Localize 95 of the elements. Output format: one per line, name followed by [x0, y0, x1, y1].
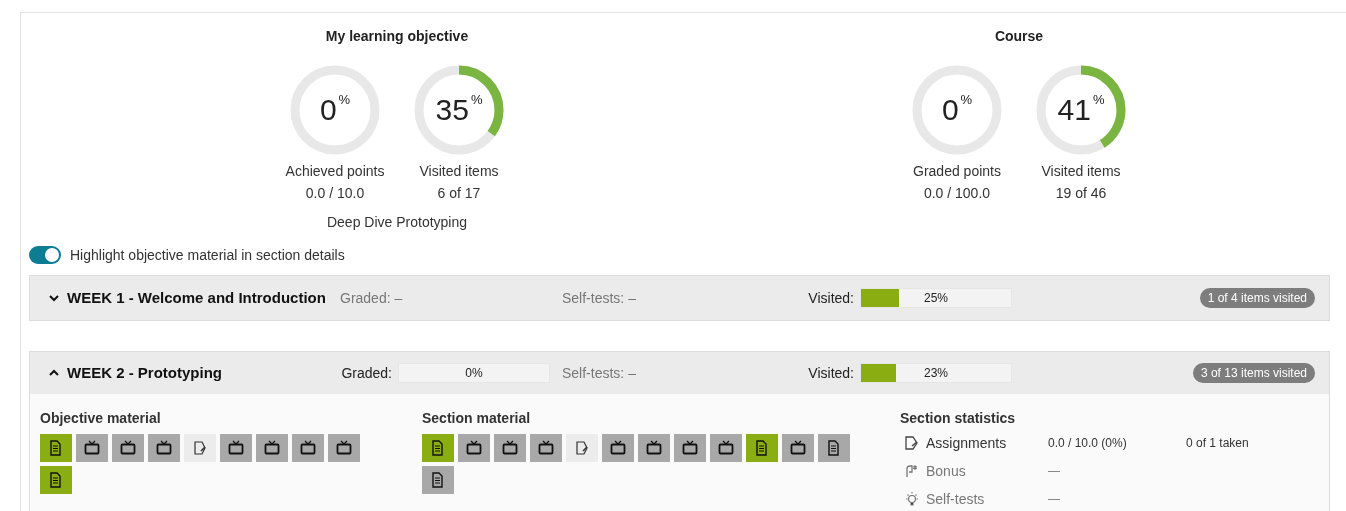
gauge-detail: 0.0 / 10.0 — [305, 184, 365, 203]
gauge-label: Achieved points — [285, 162, 385, 181]
tv-icon — [790, 440, 806, 456]
stat-value: — — [1048, 463, 1061, 480]
item-tile[interactable] — [40, 434, 72, 462]
item-tile[interactable] — [328, 434, 360, 462]
pencil-note-icon — [904, 435, 920, 451]
gauge-value: 0 — [319, 95, 337, 125]
stat-label: Bonus — [926, 461, 966, 481]
item-tile[interactable] — [674, 434, 706, 462]
percent-sign: % — [1092, 93, 1105, 106]
item-tile[interactable] — [566, 434, 598, 462]
item-tile[interactable] — [602, 434, 634, 462]
gauge-detail: 19 of 46 — [1055, 184, 1107, 203]
stat-value: — — [1048, 491, 1061, 508]
item-tile[interactable] — [746, 434, 778, 462]
item-tile[interactable] — [422, 434, 454, 462]
toggle-switch[interactable] — [29, 246, 61, 264]
item-tile[interactable] — [782, 434, 814, 462]
section-title[interactable]: WEEK 2 - Prototyping — [67, 361, 222, 385]
stat-value: 0.0 / 10.0 (0%) — [1048, 435, 1128, 452]
summary-title: Course — [994, 27, 1044, 46]
pencil-note-icon — [192, 440, 208, 456]
percent-sign: % — [470, 93, 483, 106]
document-icon — [48, 472, 64, 488]
section-header[interactable]: WEEK 1 - Welcome and Introduction Graded: – Self-tests: – Visited: 25% 1 of 4 items visited — [30, 276, 1329, 320]
stat-label: Assignments — [926, 433, 1007, 453]
gauge-label: Graded points — [913, 162, 1001, 181]
items-visited-badge: 1 of 4 items visited — [1199, 288, 1315, 308]
tv-icon — [502, 440, 518, 456]
tv-icon — [682, 440, 698, 456]
stat-label: Self-tests — [926, 489, 985, 509]
light-bulb-icon — [904, 491, 920, 507]
tv-icon — [336, 440, 352, 456]
gauge-label: Visited items — [1041, 162, 1121, 181]
section-title[interactable]: WEEK 1 - Welcome and Introduction — [67, 286, 326, 310]
gauge-detail: 6 of 17 — [437, 184, 481, 203]
gauge-value: 0 — [941, 95, 959, 125]
gauge-label: Visited items — [419, 162, 499, 181]
tv-icon — [610, 440, 626, 456]
toggle-label: Highlight objective material in section details — [70, 245, 345, 265]
tv-icon — [84, 440, 100, 456]
progress-reading: 0% — [465, 365, 483, 382]
document-icon — [826, 440, 842, 456]
metric-label: Visited: — [808, 363, 854, 383]
item-tile[interactable] — [494, 434, 526, 462]
item-tile[interactable] — [40, 466, 72, 494]
item-tile[interactable] — [76, 434, 108, 462]
tv-icon — [538, 440, 554, 456]
tv-icon — [228, 440, 244, 456]
metric-label: Graded: — [341, 363, 392, 383]
document-icon — [430, 440, 446, 456]
item-tile[interactable] — [530, 434, 562, 462]
items-visited-badge: 3 of 13 items visited — [1192, 363, 1315, 383]
section-header[interactable]: WEEK 2 - Prototyping Graded: 0% Self-tests: – Visited: 23% 3 of 13 items visited — [30, 352, 1329, 394]
column-heading: Section material — [422, 409, 532, 428]
item-tile[interactable] — [184, 434, 216, 462]
item-tile[interactable] — [292, 434, 324, 462]
objective-name: Deep Dive Prototyping — [326, 213, 468, 232]
item-tile[interactable] — [710, 434, 742, 462]
metric-text: Self-tests: – — [562, 288, 636, 308]
metric-text: Self-tests: – — [562, 363, 636, 383]
tv-icon — [646, 440, 662, 456]
progress-reading: 25% — [924, 290, 948, 307]
item-tile[interactable] — [638, 434, 670, 462]
gauge-value: 35 — [435, 95, 469, 125]
item-tile[interactable] — [112, 434, 144, 462]
tv-icon — [300, 440, 316, 456]
progress-reading: 23% — [924, 365, 948, 382]
document-icon — [754, 440, 770, 456]
tv-icon — [156, 440, 172, 456]
pencil-note-icon — [574, 440, 590, 456]
percent-sign: % — [338, 93, 351, 106]
tv-icon — [718, 440, 734, 456]
tv-icon — [120, 440, 136, 456]
summary-title: My learning objective — [325, 27, 469, 46]
gauge-detail: 0.0 / 100.0 — [923, 184, 991, 203]
item-tile[interactable] — [256, 434, 288, 462]
item-tile[interactable] — [220, 434, 252, 462]
tv-icon — [264, 440, 280, 456]
chevron-down-icon[interactable] — [48, 292, 60, 304]
item-tile[interactable] — [818, 434, 850, 462]
item-tile[interactable] — [148, 434, 180, 462]
column-heading: Objective material — [40, 409, 162, 428]
document-icon — [430, 472, 446, 488]
column-heading: Section statistics — [900, 409, 1017, 428]
metric-text: Graded: – — [340, 288, 403, 308]
item-tile[interactable] — [458, 434, 490, 462]
metric-label: Visited: — [808, 288, 854, 308]
tv-icon — [466, 440, 482, 456]
gauge-value: 41 — [1057, 95, 1091, 125]
document-icon — [48, 440, 64, 456]
stat-extra: 0 of 1 taken — [1186, 435, 1249, 452]
percent-sign: % — [960, 93, 973, 106]
item-tile[interactable] — [422, 466, 454, 494]
